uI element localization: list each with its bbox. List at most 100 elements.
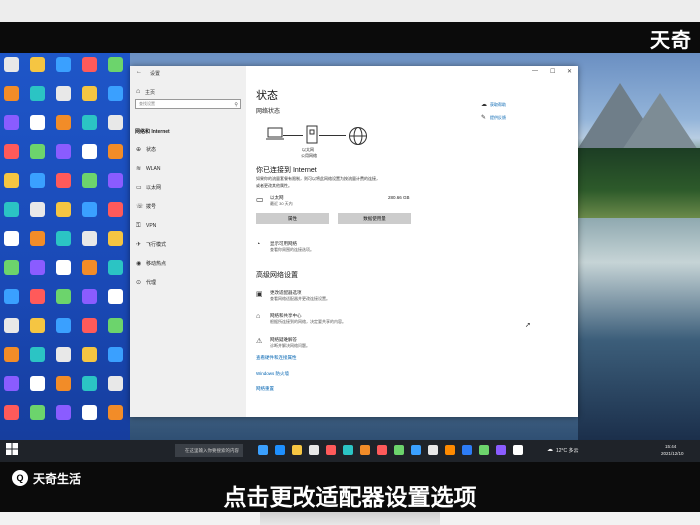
desktop-shortcut-icon[interactable]	[30, 202, 45, 217]
desktop-shortcut-icon[interactable]	[82, 115, 97, 130]
desktop-shortcut-icon[interactable]	[4, 405, 19, 420]
taskbar-app-icon[interactable]	[292, 445, 302, 455]
clock-date[interactable]: 2021/12/10	[661, 451, 684, 456]
desktop-shortcut-icon[interactable]	[4, 231, 19, 246]
desktop-shortcut-icon[interactable]	[82, 376, 97, 391]
desktop-shortcut-icon[interactable]	[56, 376, 71, 391]
taskbar-app-icon[interactable]	[377, 445, 387, 455]
taskbar-app-icon[interactable]	[343, 445, 353, 455]
taskbar-app-icon[interactable]	[258, 445, 268, 455]
desktop-shortcut-icon[interactable]	[30, 376, 45, 391]
desktop-shortcut-icon[interactable]	[56, 202, 71, 217]
settings-search-input[interactable]: 查找设置 ⚲	[135, 99, 241, 109]
hardware-properties-link[interactable]: 查看硬件和连接属性	[256, 355, 297, 361]
desktop-shortcut-icon[interactable]	[82, 57, 97, 72]
desktop-shortcut-icon[interactable]	[4, 260, 19, 275]
windows-start-icon[interactable]	[6, 443, 18, 455]
desktop-shortcut-icon[interactable]	[82, 173, 97, 188]
desktop-shortcut-icon[interactable]	[108, 144, 123, 159]
desktop-shortcut-icon[interactable]	[108, 173, 123, 188]
sidebar-item-ethernet[interactable]: ▭ 以太网	[136, 182, 242, 194]
desktop-shortcut-icon[interactable]	[108, 202, 123, 217]
sidebar-item-wlan[interactable]: ≋ WLAN	[136, 163, 242, 175]
desktop-shortcut-icon[interactable]	[56, 115, 71, 130]
desktop-shortcut-icon[interactable]	[56, 289, 71, 304]
taskbar-app-icon[interactable]	[496, 445, 506, 455]
desktop-shortcut-icon[interactable]	[4, 318, 19, 333]
taskbar-search[interactable]: 在这里输入你要搜索的内容	[175, 444, 243, 457]
desktop-shortcut-icon[interactable]	[108, 260, 123, 275]
desktop-shortcut-icon[interactable]	[4, 289, 19, 304]
desktop-shortcut-icon[interactable]	[108, 405, 123, 420]
taskbar-app-icon[interactable]	[309, 445, 319, 455]
desktop-shortcut-icon[interactable]	[30, 86, 45, 101]
weather-widget[interactable]: 12°C 多云	[556, 447, 579, 454]
taskbar-app-icon[interactable]	[326, 445, 336, 455]
desktop-shortcut-icon[interactable]	[56, 86, 71, 101]
desktop-shortcut-icon[interactable]	[108, 57, 123, 72]
desktop-shortcut-icon[interactable]	[82, 86, 97, 101]
desktop-shortcut-icon[interactable]	[30, 57, 45, 72]
desktop-shortcut-icon[interactable]	[30, 260, 45, 275]
desktop-shortcut-icon[interactable]	[4, 115, 19, 130]
sidebar-home[interactable]: 主页	[145, 89, 155, 96]
desktop-shortcut-icon[interactable]	[82, 318, 97, 333]
desktop-shortcut-icon[interactable]	[4, 202, 19, 217]
data-usage-button[interactable]: 数据使用量	[338, 213, 411, 224]
sidebar-item-vpn[interactable]: ⚿ VPN	[136, 220, 242, 232]
taskbar-app-icon[interactable]	[275, 445, 285, 455]
taskbar-app-icon[interactable]	[479, 445, 489, 455]
taskbar-app-icon[interactable]	[411, 445, 421, 455]
taskbar-app-icon[interactable]	[513, 445, 523, 455]
taskbar-app-icon[interactable]	[462, 445, 472, 455]
desktop-shortcut-icon[interactable]	[30, 347, 45, 362]
network-reset-link[interactable]: 网络重置	[256, 386, 274, 392]
feedback-link[interactable]: 提供反馈	[490, 115, 506, 121]
desktop-shortcut-icon[interactable]	[82, 144, 97, 159]
desktop-shortcut-icon[interactable]	[30, 405, 45, 420]
taskbar-app-icon[interactable]	[360, 445, 370, 455]
desktop-shortcut-icon[interactable]	[108, 347, 123, 362]
desktop-shortcut-icon[interactable]	[4, 347, 19, 362]
sidebar-item-dialup[interactable]: ☏ 拨号	[136, 201, 242, 213]
desktop-shortcut-icon[interactable]	[82, 289, 97, 304]
desktop-shortcut-icon[interactable]	[30, 231, 45, 246]
desktop-shortcut-icon[interactable]	[56, 260, 71, 275]
desktop-shortcut-icon[interactable]	[82, 202, 97, 217]
desktop-shortcut-icon[interactable]	[4, 86, 19, 101]
desktop-shortcut-icon[interactable]	[30, 318, 45, 333]
desktop-shortcut-icon[interactable]	[30, 173, 45, 188]
desktop-shortcut-icon[interactable]	[4, 173, 19, 188]
desktop-shortcut-icon[interactable]	[4, 57, 19, 72]
sidebar-item-airplane[interactable]: ✈ 飞行模式	[136, 239, 242, 251]
taskbar-app-icon[interactable]	[445, 445, 455, 455]
sidebar-item-status[interactable]: ⊕ 状态	[136, 144, 242, 156]
desktop-shortcut-icon[interactable]	[82, 405, 97, 420]
desktop-shortcut-icon[interactable]	[30, 289, 45, 304]
clock-time[interactable]: 15:44	[665, 444, 676, 449]
windows-firewall-link[interactable]: Windows 防火墙	[256, 371, 289, 377]
desktop-shortcut-icon[interactable]	[30, 144, 45, 159]
back-arrow-icon[interactable]: ←	[136, 69, 142, 75]
sidebar-item-hotspot[interactable]: ◉ 移动热点	[136, 258, 242, 270]
desktop-shortcut-icon[interactable]	[82, 231, 97, 246]
desktop-shortcut-icon[interactable]	[56, 231, 71, 246]
taskbar-app-icon[interactable]	[428, 445, 438, 455]
sidebar-item-proxy[interactable]: ⊙ 代理	[136, 277, 242, 289]
desktop-shortcut-icon[interactable]	[108, 376, 123, 391]
properties-button[interactable]: 属性	[256, 213, 329, 224]
desktop-shortcut-icon[interactable]	[4, 144, 19, 159]
taskbar-app-icon[interactable]	[394, 445, 404, 455]
desktop-shortcut-icon[interactable]	[56, 318, 71, 333]
desktop-shortcut-icon[interactable]	[108, 115, 123, 130]
desktop-shortcut-icon[interactable]	[56, 144, 71, 159]
desktop-shortcut-icon[interactable]	[108, 289, 123, 304]
desktop-shortcut-icon[interactable]	[108, 86, 123, 101]
desktop-shortcut-icon[interactable]	[56, 347, 71, 362]
desktop-shortcut-icon[interactable]	[108, 231, 123, 246]
desktop-shortcut-icon[interactable]	[30, 115, 45, 130]
desktop-shortcut-icon[interactable]	[4, 376, 19, 391]
desktop-shortcut-icon[interactable]	[82, 347, 97, 362]
desktop-shortcut-icon[interactable]	[56, 57, 71, 72]
home-icon[interactable]: ⌂	[136, 88, 140, 95]
